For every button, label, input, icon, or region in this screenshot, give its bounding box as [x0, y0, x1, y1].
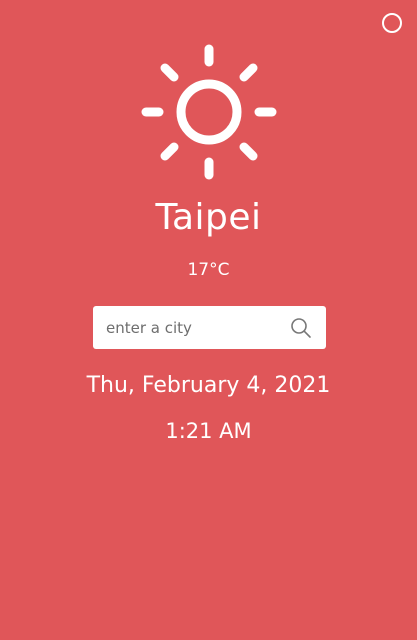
current-time: 1:21 AM [165, 419, 252, 443]
circle-toggle-button[interactable] [382, 13, 402, 33]
sun-icon [139, 42, 279, 182]
current-date: Thu, February 4, 2021 [86, 373, 331, 398]
temperature: 17°C [187, 260, 230, 280]
city-search-input[interactable] [93, 306, 283, 349]
city-name: Taipei [155, 197, 262, 238]
search-icon[interactable] [289, 316, 313, 340]
city-search-box [93, 306, 326, 349]
